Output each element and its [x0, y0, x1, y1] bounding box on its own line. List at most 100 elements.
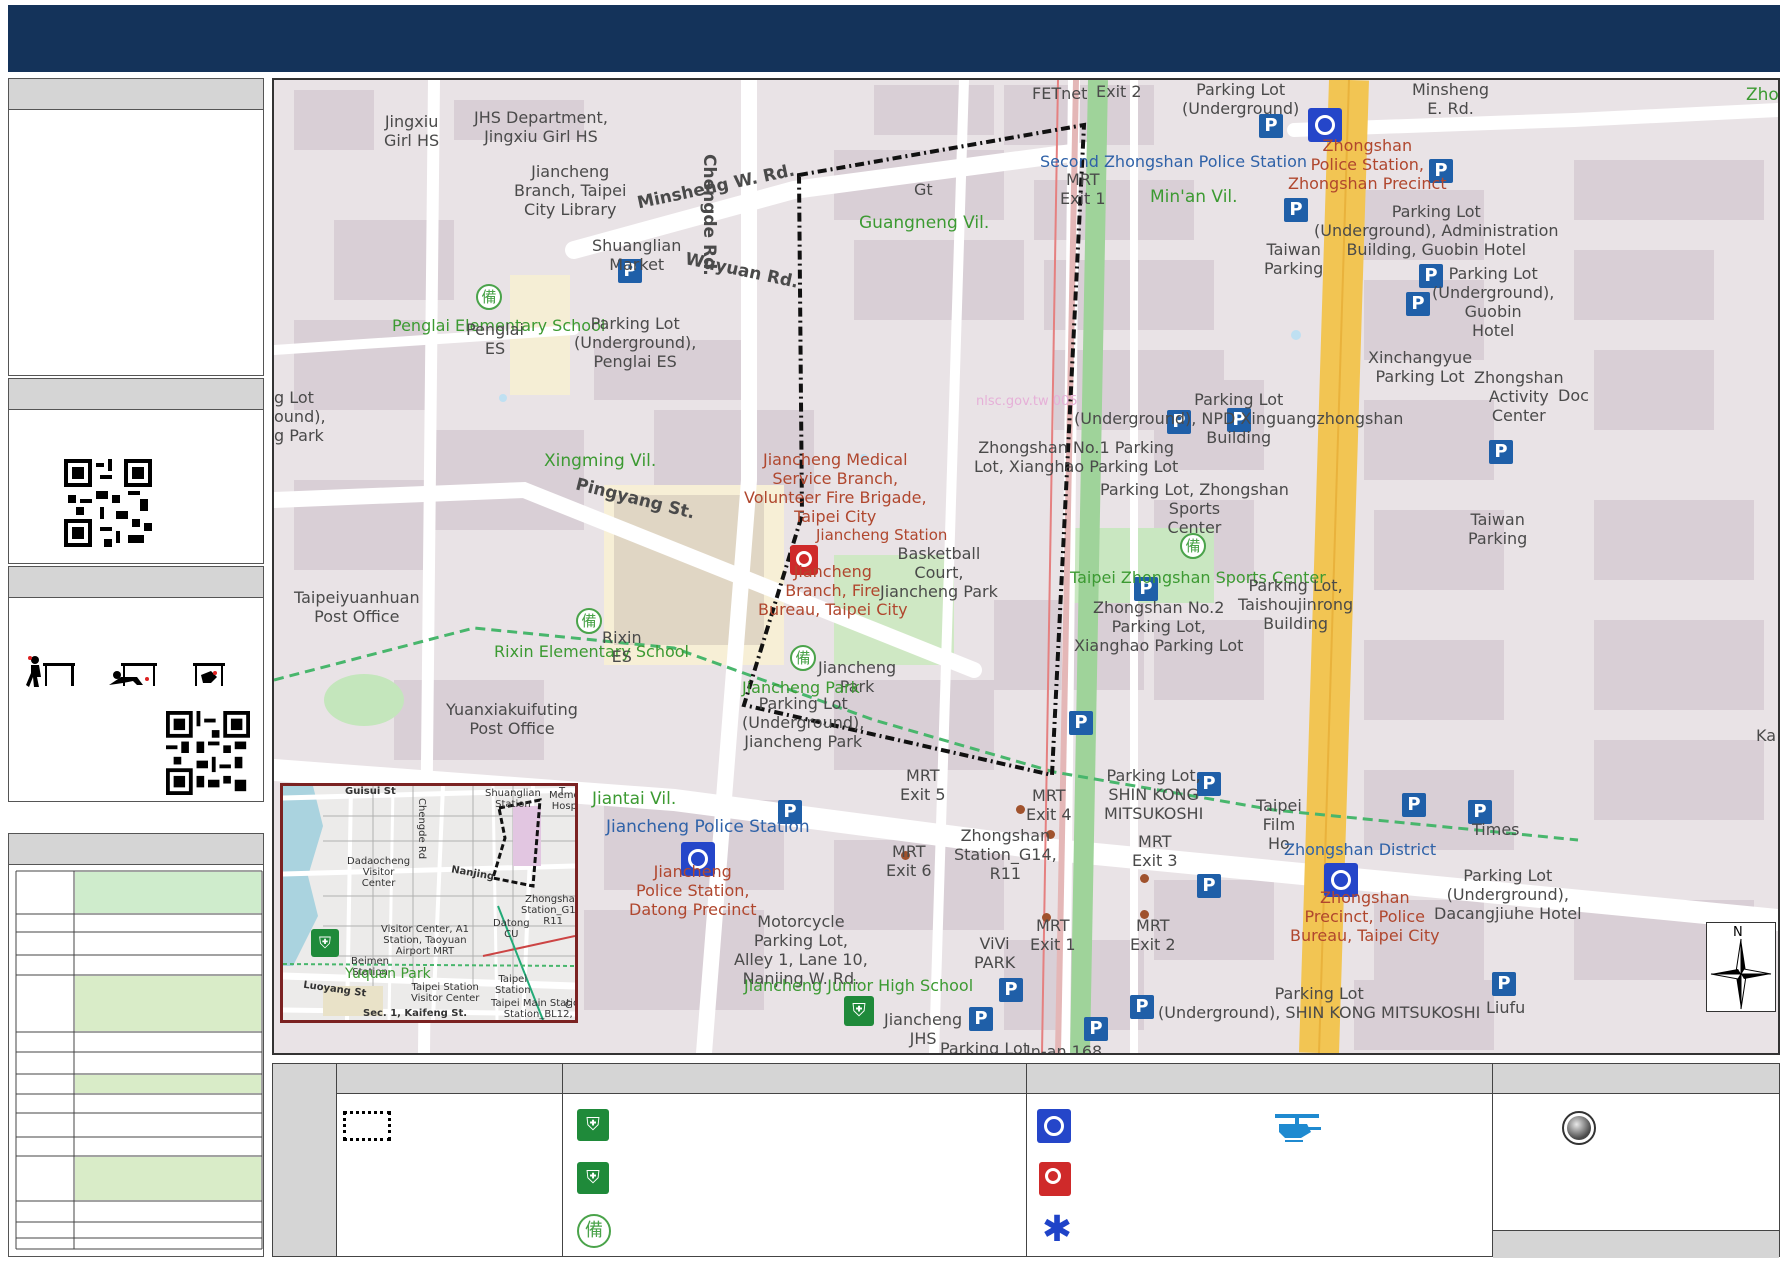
inset-label: Shuanglian Station: [485, 788, 541, 810]
inset-label: Sec. 1, Kaifeng St.: [363, 1008, 468, 1019]
parking-icon[interactable]: P: [1402, 793, 1426, 817]
map-label: In-an 168: [1026, 1042, 1103, 1055]
map-label: FETnet: [1032, 84, 1088, 103]
map-label: Jiancheng Branch, Taipei City Library: [514, 162, 627, 219]
mrt-exit-dot: [1016, 805, 1025, 814]
inset-label: Visitor Center, A1 Station, Taoyuan Airp…: [381, 924, 469, 957]
drop-icon: [26, 656, 75, 687]
police-legend-icon: [1037, 1109, 1071, 1143]
parking-icon[interactable]: P: [969, 1007, 993, 1031]
parking-icon[interactable]: P: [1069, 711, 1093, 735]
legend-footer-cell: [1493, 1230, 1779, 1258]
parking-icon[interactable]: P: [999, 978, 1023, 1002]
qr-panel: [8, 378, 264, 564]
map-label: MRT Exit 5: [900, 766, 946, 804]
assembly-point-icon: [1562, 1111, 1596, 1145]
map-label: JHS Department, Jingxiu Girl HS: [474, 108, 608, 146]
map-label: Jingxiu Girl HS: [384, 112, 440, 150]
legend-head-1: [337, 1064, 563, 1094]
school-label: Jiancheng Junior High School: [744, 976, 974, 995]
police-label: Zhongshan Police Station, Zhongshan Prec…: [1288, 136, 1447, 193]
legend-col-2: [563, 1094, 1027, 1256]
table-grid: [15, 870, 263, 1250]
map-label: Taiwan Parking: [1264, 240, 1324, 278]
map-label: Parking Lot (Underground), Dacangjiuhe H…: [1434, 866, 1582, 923]
map-label: Doc: [1558, 386, 1589, 405]
map-label: ViVi PARK: [974, 934, 1016, 972]
map-label: Zhongshan No.2 Parking Lot, Xianghao Par…: [1074, 598, 1244, 655]
map-label: g Lot ound), g Park: [274, 388, 326, 445]
village-label: Jiantai Vil.: [592, 789, 677, 809]
map-label: Liufu: [1486, 998, 1526, 1017]
map-label: Parking Lot (Underground), Penglai ES: [574, 314, 697, 371]
map-label: Times: [1472, 820, 1520, 839]
map-label: Exit 2: [1096, 82, 1142, 101]
shelter-outdoor-icon: ⛨: [577, 1162, 609, 1194]
map-label: Shuanglian Market: [592, 236, 682, 274]
inset-label: Taipei Station: [495, 974, 531, 996]
legend-head-3: [1027, 1064, 1493, 1094]
map-label: Ka: [1756, 726, 1777, 745]
village-label: Min'an Vil.: [1150, 187, 1238, 207]
inset-label: T: [559, 786, 566, 797]
police-label: Second Zhongshan Police Station: [1040, 152, 1308, 171]
main-map[interactable]: P P P P P P P P P P P P P P P P P P P P …: [272, 78, 1780, 1055]
parking-icon[interactable]: P: [1084, 1017, 1108, 1041]
map-label: Parking Lot (Underground), Guobin Hotel: [1432, 264, 1555, 340]
route-legend-icon: [343, 1111, 391, 1141]
fire-label: Jiancheng Station: [816, 526, 948, 544]
map-label: MRT Exit 4: [1026, 786, 1072, 824]
map-label: Yuanxiakuifuting Post Office: [446, 700, 578, 738]
header-banner: [8, 5, 1780, 72]
cover-icon: [109, 663, 157, 686]
info-panel-header: [9, 79, 263, 110]
north-arrow: N: [1706, 922, 1776, 1012]
village-label: Xingming Vil.: [544, 451, 657, 471]
parking-icon[interactable]: P: [1406, 292, 1430, 316]
inset-label: G: [565, 1000, 573, 1011]
inset-label: Chengde Rd: [416, 798, 427, 860]
legend: ⛨ ⛨ 備 ✱: [272, 1063, 1780, 1258]
map-label: Parking Lot (Underground): [1182, 80, 1300, 118]
map-label: MRT Exit 6: [886, 842, 932, 880]
parking-icon[interactable]: P: [1130, 995, 1154, 1019]
map-label: Parking Lot, SHIN KONG MITSUKOSHI: [1104, 766, 1204, 823]
road-label: Chengde Rd.: [699, 154, 719, 276]
inset-label: Taipei Station Visitor Center: [411, 982, 480, 1004]
inset-label: Guisui St: [345, 786, 396, 797]
parking-icon[interactable]: P: [1489, 440, 1513, 464]
inset-map[interactable]: ⛨ Guisui St Chengde Rd Shuanglian Statio…: [280, 783, 578, 1023]
shelter-icon[interactable]: ⛨: [844, 996, 874, 1026]
safety-panel: [8, 566, 264, 802]
parking-icon[interactable]: P: [1197, 874, 1221, 898]
inset-label: Dadaocheng Visitor Center: [347, 856, 411, 889]
qr-code[interactable]: [64, 459, 152, 547]
shelter-indoor-icon: ⛨: [577, 1109, 609, 1141]
watermark-label: nlsc.gov.tw 005: [976, 394, 1078, 409]
map-label: Minsheng E. Rd.: [1412, 80, 1490, 118]
legend-col-3: [1027, 1094, 1493, 1256]
map-label: Rixin ES: [602, 628, 642, 666]
inset-park-label: Yuquan Park: [345, 966, 431, 982]
shelter-table: [8, 833, 264, 1257]
map-label: MRT Exit 3: [1132, 832, 1178, 870]
map-label: Parking Lot (Underground), SHIN KONG MIT…: [1158, 984, 1481, 1022]
parking-icon[interactable]: P: [1284, 198, 1308, 222]
legend-head-4: [1493, 1064, 1779, 1094]
info-panel: [8, 78, 264, 376]
map-label: Parking Lot (Underground), Jiancheng Par…: [742, 694, 865, 751]
map-label: MRT Exit 2: [1130, 916, 1176, 954]
ems-icon: ✱: [1041, 1209, 1073, 1250]
district-label: Zhongshan District: [1284, 840, 1437, 859]
bei-icon: 備: [576, 608, 602, 634]
police-label: Jiancheng Police Station: [606, 817, 810, 837]
parking-icon[interactable]: P: [1492, 972, 1516, 996]
qr-code-2[interactable]: [166, 711, 250, 795]
school-label: Rixin Elementary School: [494, 642, 689, 661]
mrt-exit-dot: [1140, 874, 1149, 883]
qr-panel-header: [9, 379, 263, 410]
compass-icon: [1710, 938, 1772, 1010]
village-label: Guangneng Vil.: [859, 213, 990, 233]
map-label: Taipeiyuanhuan Post Office: [294, 588, 420, 626]
shelter-icon[interactable]: ⛨: [311, 929, 339, 957]
